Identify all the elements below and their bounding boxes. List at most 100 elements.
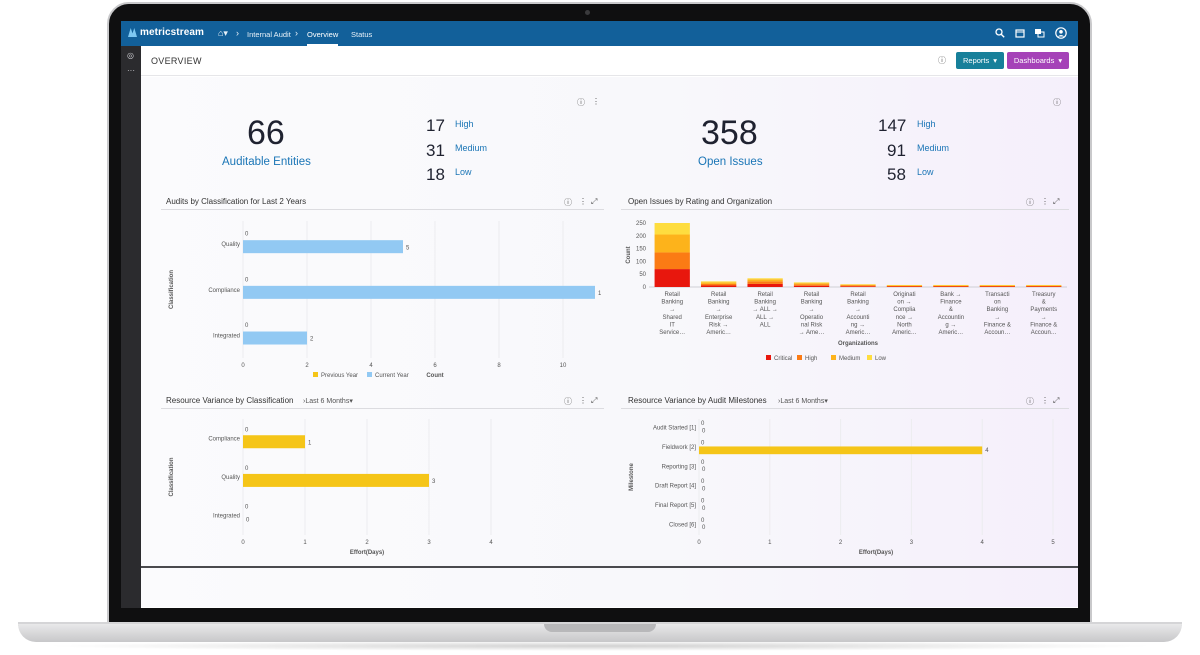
dashboards-button-label: Dashboards	[1013, 56, 1055, 65]
x-tick-label: Risk →	[709, 322, 728, 328]
data-label: 0	[701, 441, 705, 447]
x-tick-label: nal Risk	[801, 322, 823, 328]
legend-label: Previous Year	[321, 373, 358, 379]
bar	[243, 285, 595, 299]
y-tick-label: Fieldwork [2]	[662, 445, 696, 451]
bar-segment	[1026, 285, 1062, 287]
open-issues-chart: 050100150200250RetailBanking→SharedITSer…	[626, 221, 1067, 362]
laptop-mockup: metricstream ⌂▾ › Internal Audit › Overv…	[0, 0, 1200, 655]
x-tick-label: 6	[433, 363, 437, 369]
data-label: 0	[702, 525, 706, 531]
expand-icon[interactable]: ⤢	[1053, 396, 1059, 406]
more-icon[interactable]: ⋮	[592, 97, 600, 106]
breadcrumb-internal-audit[interactable]: Internal Audit	[247, 30, 291, 39]
more-icon[interactable]: ⋮	[1041, 396, 1049, 405]
y-axis-title: Classification	[169, 270, 175, 309]
x-tick-label: 0	[241, 540, 245, 546]
info-icon[interactable]: ⓘ	[1026, 197, 1034, 208]
brand-mark-icon	[128, 28, 137, 37]
issues-low-label[interactable]: Low	[917, 167, 934, 177]
x-tick-label: &	[1042, 300, 1046, 306]
x-axis-title: Count	[426, 373, 443, 379]
open-issues-label[interactable]: Open Issues	[698, 156, 763, 168]
panel-divider	[621, 209, 1069, 210]
y-tick-label: Reporting [3]	[662, 464, 697, 470]
tab-status[interactable]: Status	[351, 30, 372, 39]
data-label: 0	[701, 479, 705, 485]
left-rail: ◎ ···	[121, 46, 141, 608]
x-tick-label: &	[949, 307, 953, 313]
user-avatar-icon[interactable]	[1055, 27, 1067, 39]
data-label: 0	[702, 487, 706, 493]
x-tick-label: Retail	[804, 292, 819, 298]
x-tick-label: Accoun…	[1031, 330, 1057, 336]
issues-medium-label[interactable]: Medium	[917, 143, 949, 153]
bar-segment	[793, 283, 830, 285]
x-tick-label: →	[716, 307, 722, 313]
y-tick-label: Compliance	[208, 436, 240, 442]
bar-segment	[979, 285, 1015, 287]
auditable-high-count: 17	[426, 116, 445, 135]
bar-segment	[1026, 284, 1062, 286]
info-icon[interactable]: ⓘ	[564, 396, 572, 407]
x-tick-label: Accounti	[846, 315, 869, 321]
reports-button[interactable]: Reports ▾	[956, 52, 1004, 69]
brand-logo[interactable]: metricstream	[128, 27, 204, 38]
more-icon[interactable]: ⋮	[579, 197, 587, 206]
x-tick-label: ALL →	[756, 315, 774, 321]
y-tick-label: Draft Report [4]	[655, 484, 696, 490]
x-tick-label: Banking	[708, 300, 730, 306]
data-label: 3	[432, 479, 436, 485]
auditable-high-label[interactable]: High	[455, 119, 474, 129]
dashboards-button[interactable]: Dashboards ▾	[1007, 52, 1069, 69]
bar-segment	[886, 285, 923, 286]
home-icon[interactable]: ⌂▾	[218, 28, 228, 39]
info-icon[interactable]: ⓘ	[1026, 396, 1034, 407]
x-tick-label: Finance &	[984, 322, 1011, 328]
laptop-shadow	[40, 641, 1160, 651]
auditable-low-count: 18	[426, 165, 445, 184]
bar-segment	[747, 281, 783, 284]
x-axis-title: Effort(Days)	[859, 550, 893, 556]
rail-menu-icon[interactable]: ◎	[127, 51, 134, 60]
bar-segment	[701, 281, 737, 283]
search-icon[interactable]	[994, 27, 1006, 39]
rail-more-icon[interactable]: ···	[127, 66, 135, 75]
panel-divider	[161, 408, 604, 409]
expand-icon[interactable]: ⤢	[591, 197, 597, 207]
data-label: 0	[701, 499, 705, 505]
more-icon[interactable]: ⋮	[579, 396, 587, 405]
x-tick-label: Retail	[711, 292, 726, 298]
x-tick-label: Accountin	[938, 315, 964, 321]
info-icon[interactable]: ⓘ	[1053, 97, 1061, 108]
x-tick-label: Retail	[850, 292, 865, 298]
range-dropdown[interactable]: ›Last 6 Months▾	[303, 397, 353, 405]
data-label: 0	[245, 427, 249, 433]
range-dropdown[interactable]: ›Last 6 Months▾	[778, 397, 828, 405]
auditable-medium-count: 31	[426, 141, 445, 160]
expand-icon[interactable]: ⤢	[1053, 197, 1059, 207]
x-tick-label: 4	[489, 540, 493, 546]
info-icon[interactable]: ⓘ	[577, 97, 585, 108]
expand-icon[interactable]: ⤢	[591, 396, 597, 406]
legend-swatch	[797, 355, 802, 360]
info-icon[interactable]: ⓘ	[564, 197, 572, 208]
x-tick-label: on →	[897, 300, 911, 306]
data-label: 0	[245, 323, 249, 329]
bar-segment	[793, 284, 830, 286]
auditable-entities-label[interactable]: Auditable Entities	[222, 156, 311, 168]
more-icon[interactable]: ⋮	[1041, 197, 1049, 206]
bar-segment	[747, 279, 783, 282]
tab-overview[interactable]: Overview	[307, 30, 339, 46]
legend-label: Critical	[774, 356, 792, 362]
issues-high-label[interactable]: High	[917, 119, 936, 129]
auditable-low-label[interactable]: Low	[455, 167, 472, 177]
bar	[243, 435, 305, 449]
issues-high-count: 147	[878, 116, 907, 135]
bar-segment	[654, 234, 690, 253]
calendar-icon[interactable]	[1014, 27, 1026, 39]
chat-icon[interactable]	[1033, 27, 1045, 39]
auditable-medium-label[interactable]: Medium	[455, 143, 487, 153]
y-axis-title: Count	[626, 246, 632, 263]
info-icon[interactable]: ⓘ	[938, 55, 946, 66]
